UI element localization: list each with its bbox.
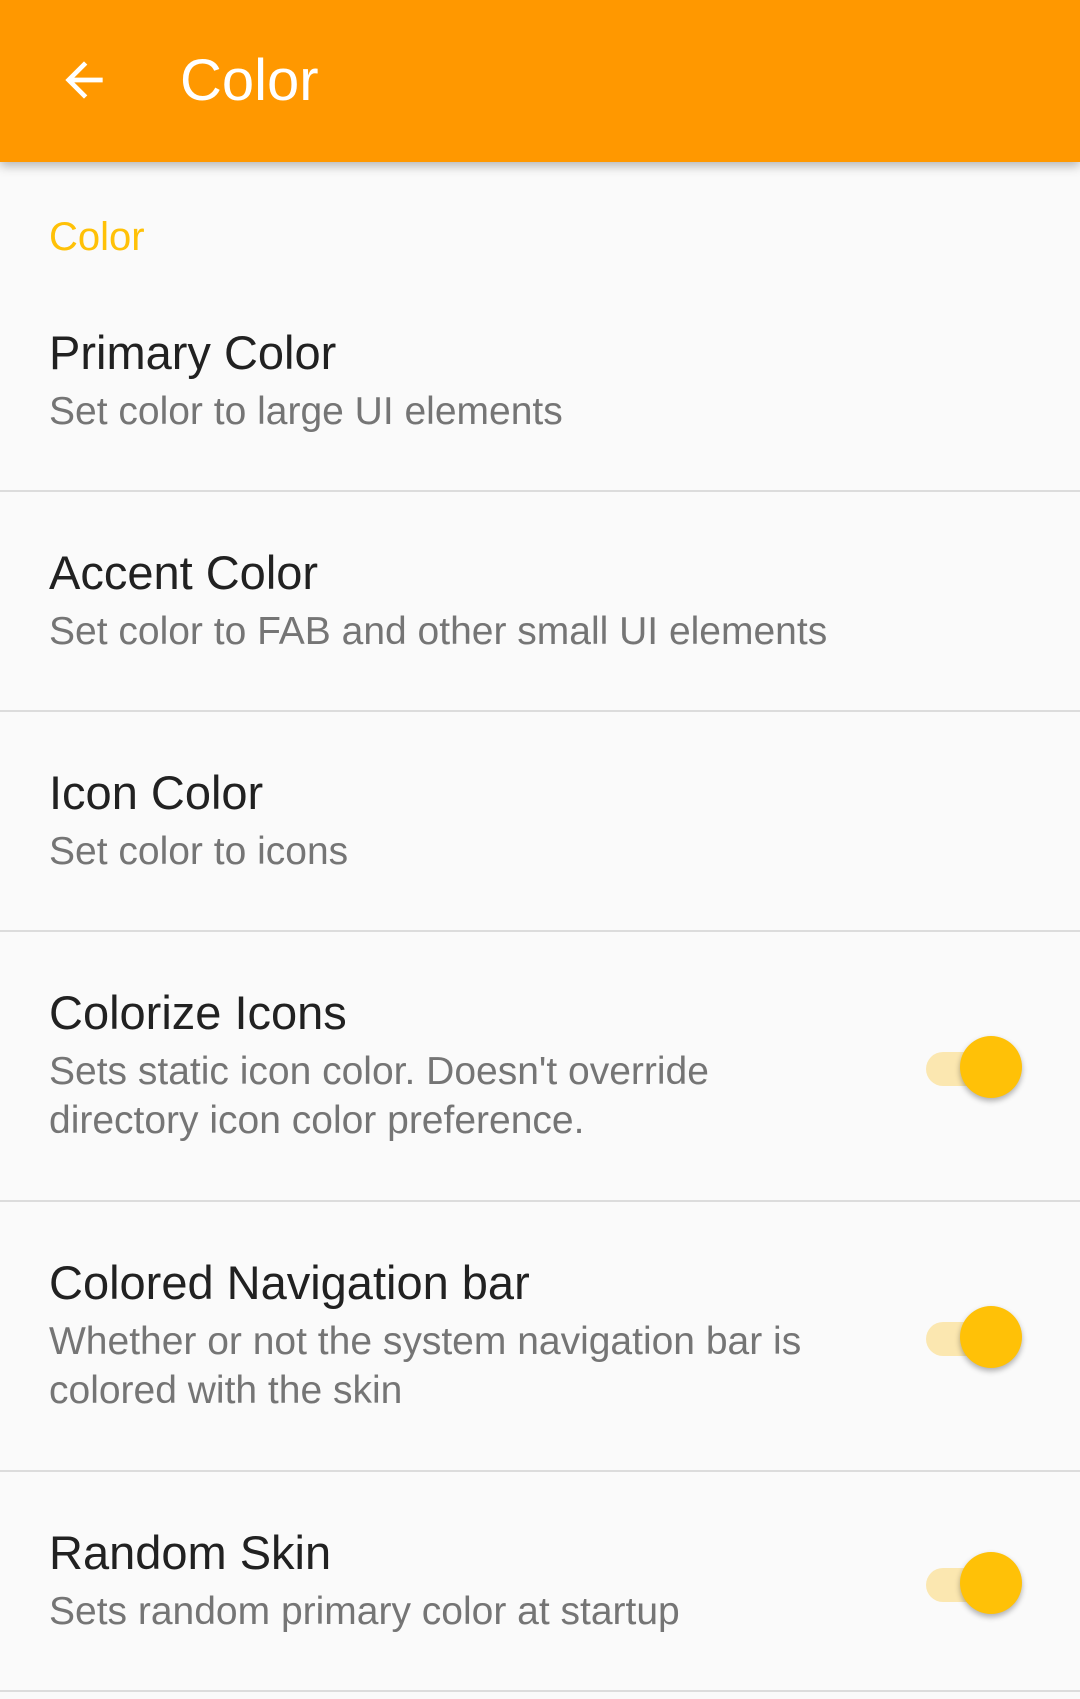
section-header-color: Color <box>49 215 145 259</box>
pref-title: Random Skin <box>49 1526 332 1579</box>
pref-title: Icon Color <box>49 766 264 819</box>
pref-summary: Whether or not the system navigation bar… <box>49 1320 802 1412</box>
pref-title: Colored Navigation bar <box>49 1256 530 1309</box>
pref-summary: Set color to icons <box>49 830 349 873</box>
pref-title: Primary Color <box>49 326 337 379</box>
pref-summary: Sets static icon color. Doesn't override… <box>49 1050 709 1142</box>
app-bar: Color <box>0 0 1080 162</box>
page-title: Color <box>180 48 319 113</box>
pref-summary: Set color to FAB and other small UI elem… <box>49 610 828 653</box>
pref-summary: Sets random primary color at startup <box>49 1590 680 1633</box>
pref-icon-color[interactable]: Icon Color Set color to icons <box>0 712 1080 932</box>
pref-summary: Set color to large UI elements <box>49 390 563 433</box>
pref-primary-color[interactable]: Primary Color Set color to large UI elem… <box>0 272 1080 492</box>
back-button[interactable] <box>36 32 132 128</box>
pref-title: Colorize Icons <box>49 986 347 1039</box>
pref-accent-color[interactable]: Accent Color Set color to FAB and other … <box>0 492 1080 712</box>
settings-list: Color Primary Color Set color to large U… <box>0 162 1080 1699</box>
switch-thumb <box>960 1552 1022 1614</box>
random-skin-switch[interactable] <box>926 1552 1022 1616</box>
pref-title: Accent Color <box>49 546 319 599</box>
pref-colored-navigation-bar[interactable]: Colored Navigation bar Whether or not th… <box>0 1202 1080 1472</box>
switch-thumb <box>960 1036 1022 1098</box>
colorize-icons-switch[interactable] <box>926 1036 1022 1100</box>
colored-navigation-bar-switch[interactable] <box>926 1306 1022 1370</box>
arrow-left-icon <box>65 61 103 99</box>
switch-thumb <box>960 1306 1022 1368</box>
pref-colorize-icons[interactable]: Colorize Icons Sets static icon color. D… <box>0 932 1080 1202</box>
pref-random-skin[interactable]: Random Skin Sets random primary color at… <box>0 1472 1080 1692</box>
